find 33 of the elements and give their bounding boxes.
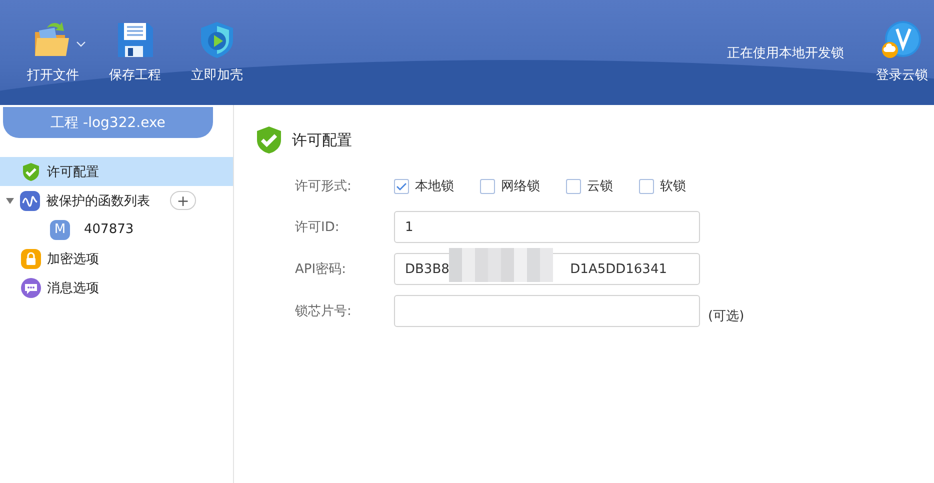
license-type-checkbox[interactable]: 本地锁 xyxy=(394,177,454,195)
tree-item[interactable]: 被保护的函数列表 + xyxy=(0,186,233,215)
check-icon xyxy=(396,182,407,190)
padlock-icon xyxy=(21,248,41,268)
field-label: 许可形式: xyxy=(295,178,352,195)
caret-icon[interactable] xyxy=(76,41,86,47)
license-type-checkbox[interactable]: 网络锁 xyxy=(480,177,540,195)
login-cloud-lock-button[interactable]: 登录云锁 xyxy=(876,0,934,84)
license-type-checkbox[interactable]: 云锁 xyxy=(566,177,613,195)
expand-toggle-icon[interactable] xyxy=(6,198,14,204)
toolbar-button[interactable]: 保存工程 xyxy=(94,0,176,84)
license-type-checkbox[interactable]: 软锁 xyxy=(639,177,686,195)
method-badge: M xyxy=(50,220,70,240)
add-button[interactable]: + xyxy=(170,191,196,210)
shield-check-icon xyxy=(254,125,284,155)
shield-check-icon xyxy=(21,162,41,182)
input-field[interactable]: 1 xyxy=(394,211,700,243)
toolbar-button[interactable]: 打开文件 xyxy=(12,0,94,84)
input-field[interactable] xyxy=(394,295,700,327)
field-label: 许可ID: xyxy=(295,219,340,236)
tree-item[interactable]: 加密选项 xyxy=(0,244,233,273)
avatar-cloud-icon xyxy=(881,20,923,60)
field-label: 锁芯片号: xyxy=(295,303,352,320)
tree-item[interactable]: M 407873 xyxy=(0,215,233,244)
field-label: API密码: xyxy=(295,261,347,278)
lock-status-text: 正在使用本地开发锁 xyxy=(727,45,844,62)
tree-item[interactable]: 许可配置 xyxy=(0,157,233,186)
tree-item[interactable]: 消息选项 xyxy=(0,273,233,302)
section-title: 许可配置 xyxy=(292,130,352,150)
optional-note: (可选) xyxy=(708,308,746,326)
wave-icon xyxy=(20,190,40,210)
toolbar-button[interactable]: 立即加壳 xyxy=(176,0,258,84)
chat-bubble-icon xyxy=(21,278,41,298)
